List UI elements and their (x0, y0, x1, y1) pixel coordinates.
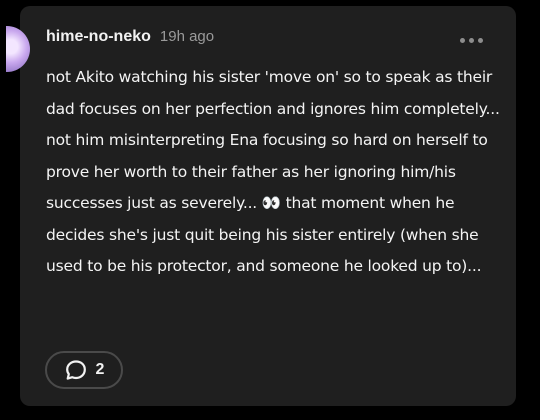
more-options-icon[interactable] (460, 38, 483, 43)
comment-header: hime-no-neko 19h ago (46, 28, 214, 46)
timestamp: 19h ago (159, 28, 215, 45)
reply-button[interactable]: 2 (45, 351, 123, 389)
comment-card: hime-no-neko 19h ago not Akito watching … (6, 6, 516, 406)
reply-count: 2 (95, 361, 105, 378)
username[interactable]: hime-no-neko (46, 28, 151, 46)
comment-body: not Akito watching his sister 'move on' … (46, 68, 500, 275)
avatar[interactable] (6, 26, 30, 72)
speech-bubble-icon (64, 358, 88, 382)
